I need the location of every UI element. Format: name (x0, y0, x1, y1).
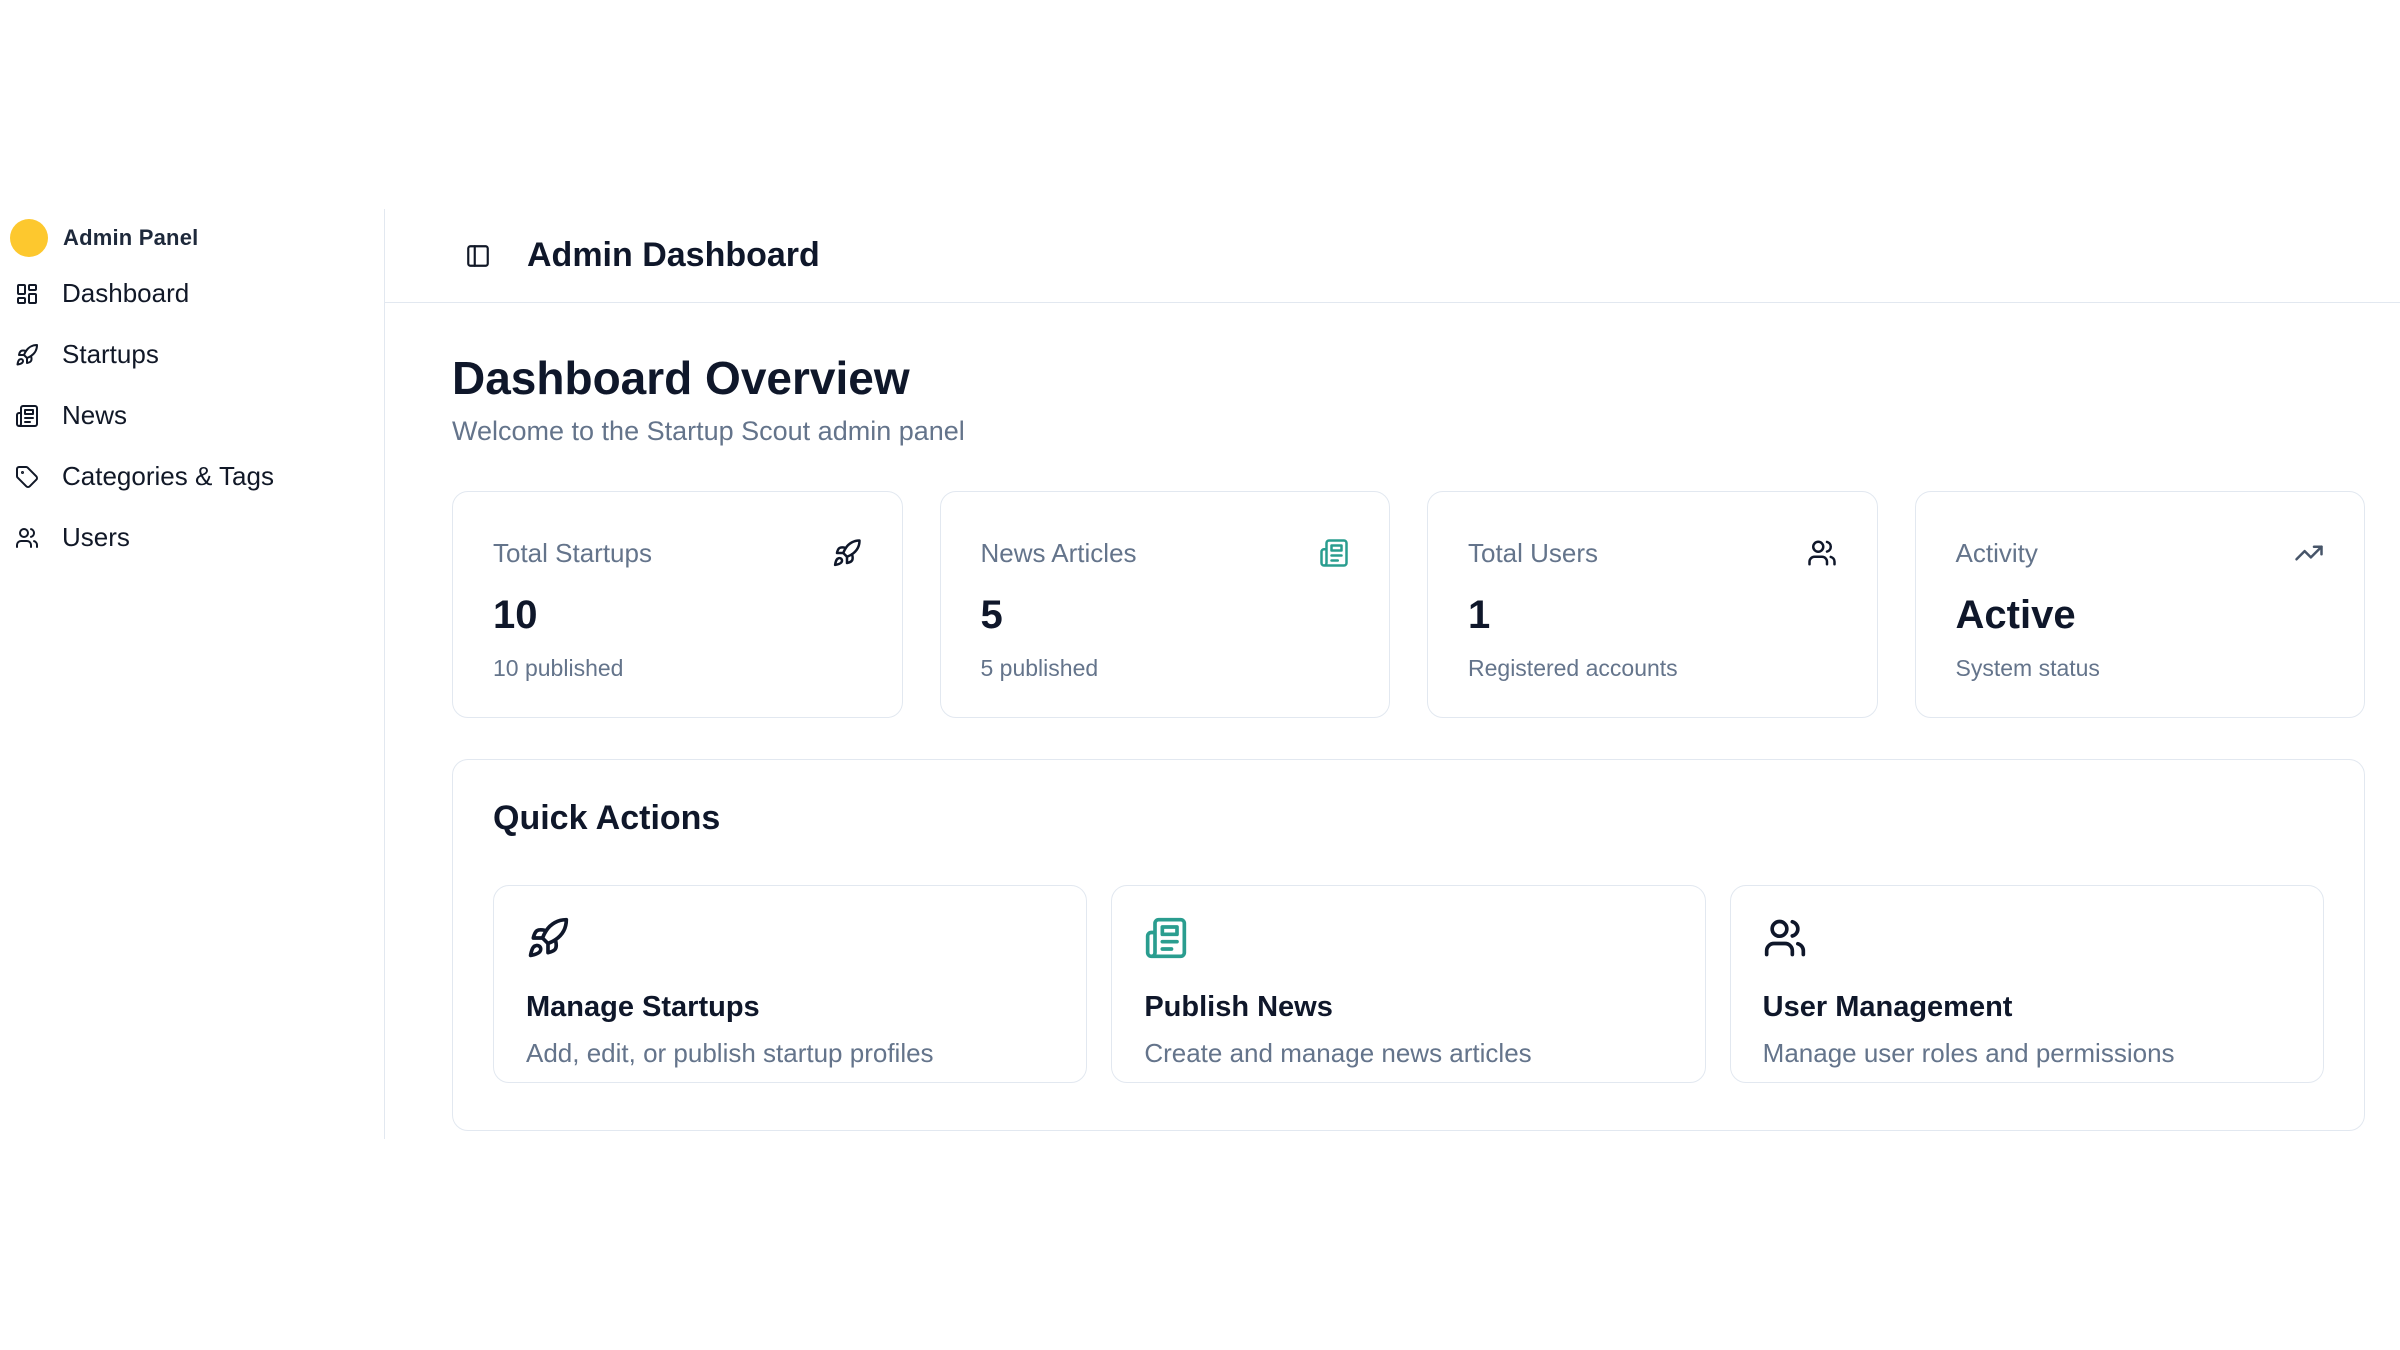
newspaper-icon (1144, 916, 1188, 960)
action-description: Add, edit, or publish startup profiles (526, 1038, 1054, 1069)
stat-label: Total Users (1468, 538, 1598, 569)
trending-up-icon (2294, 538, 2324, 568)
yellow-circle-logo (10, 219, 48, 257)
stat-card-total-startups: Total Startups 10 10 published (452, 491, 903, 718)
sidebar-item-label: News (62, 400, 127, 431)
newspaper-icon (1319, 538, 1349, 568)
brand-label: Admin Panel (63, 225, 198, 251)
sidebar-nav: Dashboard Startups News Categories & Tag… (0, 263, 384, 568)
stat-subtext: Registered accounts (1468, 655, 1837, 682)
rocket-icon (832, 538, 862, 568)
panel-left-icon (465, 243, 491, 269)
sidebar-item-label: Users (62, 522, 130, 553)
dashboard-icon (15, 282, 39, 306)
newspaper-icon (15, 404, 39, 428)
page-title: Dashboard Overview (452, 353, 2365, 404)
dashboard-content: Dashboard Overview Welcome to the Startu… (385, 303, 2400, 1131)
sidebar-item-label: Startups (62, 339, 159, 370)
quick-actions-panel: Quick Actions Manage Startups Add, edit,… (452, 759, 2365, 1131)
sidebar-item-dashboard[interactable]: Dashboard (0, 263, 384, 324)
stats-row: Total Startups 10 10 published News Arti… (452, 491, 2365, 718)
action-description: Create and manage news articles (1144, 1038, 1672, 1069)
sidebar-item-categories-tags[interactable]: Categories & Tags (0, 446, 384, 507)
users-icon (15, 526, 39, 550)
action-card-manage-startups[interactable]: Manage Startups Add, edit, or publish st… (493, 885, 1087, 1083)
main-area: Admin Dashboard Dashboard Overview Welco… (385, 209, 2400, 1139)
sidebar-item-news[interactable]: News (0, 385, 384, 446)
sidebar: Admin Panel Dashboard Startups News Cate… (0, 209, 385, 1139)
sidebar-item-startups[interactable]: Startups (0, 324, 384, 385)
stat-label: News Articles (981, 538, 1137, 569)
users-icon (1763, 916, 1807, 960)
tag-icon (15, 465, 39, 489)
stat-label: Activity (1956, 538, 2038, 569)
stat-value: 5 (981, 595, 1350, 635)
stat-label: Total Startups (493, 538, 652, 569)
page-subtitle: Welcome to the Startup Scout admin panel (452, 416, 2365, 447)
users-icon (1807, 538, 1837, 568)
stat-card-activity: Activity Active System status (1915, 491, 2366, 718)
action-card-user-management[interactable]: User Management Manage user roles and pe… (1730, 885, 2324, 1083)
action-title: User Management (1763, 991, 2291, 1024)
stat-value: Active (1956, 595, 2325, 635)
action-description: Manage user roles and permissions (1763, 1038, 2291, 1069)
stat-subtext: 5 published (981, 655, 1350, 682)
sidebar-brand[interactable]: Admin Panel (0, 209, 384, 257)
rocket-icon (526, 916, 570, 960)
stat-value: 10 (493, 595, 862, 635)
stat-subtext: 10 published (493, 655, 862, 682)
stat-card-total-users: Total Users 1 Registered accounts (1427, 491, 1878, 718)
action-title: Manage Startups (526, 991, 1054, 1024)
sidebar-item-label: Dashboard (62, 278, 189, 309)
action-title: Publish News (1144, 991, 1672, 1024)
quick-actions-title: Quick Actions (493, 800, 2324, 837)
sidebar-item-label: Categories & Tags (62, 461, 274, 492)
stat-value: 1 (1468, 595, 1837, 635)
top-header: Admin Dashboard (385, 209, 2400, 303)
header-title: Admin Dashboard (527, 236, 820, 275)
stat-subtext: System status (1956, 655, 2325, 682)
action-card-publish-news[interactable]: Publish News Create and manage news arti… (1111, 885, 1705, 1083)
stat-card-news-articles: News Articles 5 5 published (940, 491, 1391, 718)
sidebar-item-users[interactable]: Users (0, 507, 384, 568)
sidebar-toggle-button[interactable] (465, 243, 491, 269)
quick-actions-row: Manage Startups Add, edit, or publish st… (493, 885, 2324, 1083)
rocket-icon (15, 343, 39, 367)
admin-app: Admin Panel Dashboard Startups News Cate… (0, 209, 2400, 1139)
